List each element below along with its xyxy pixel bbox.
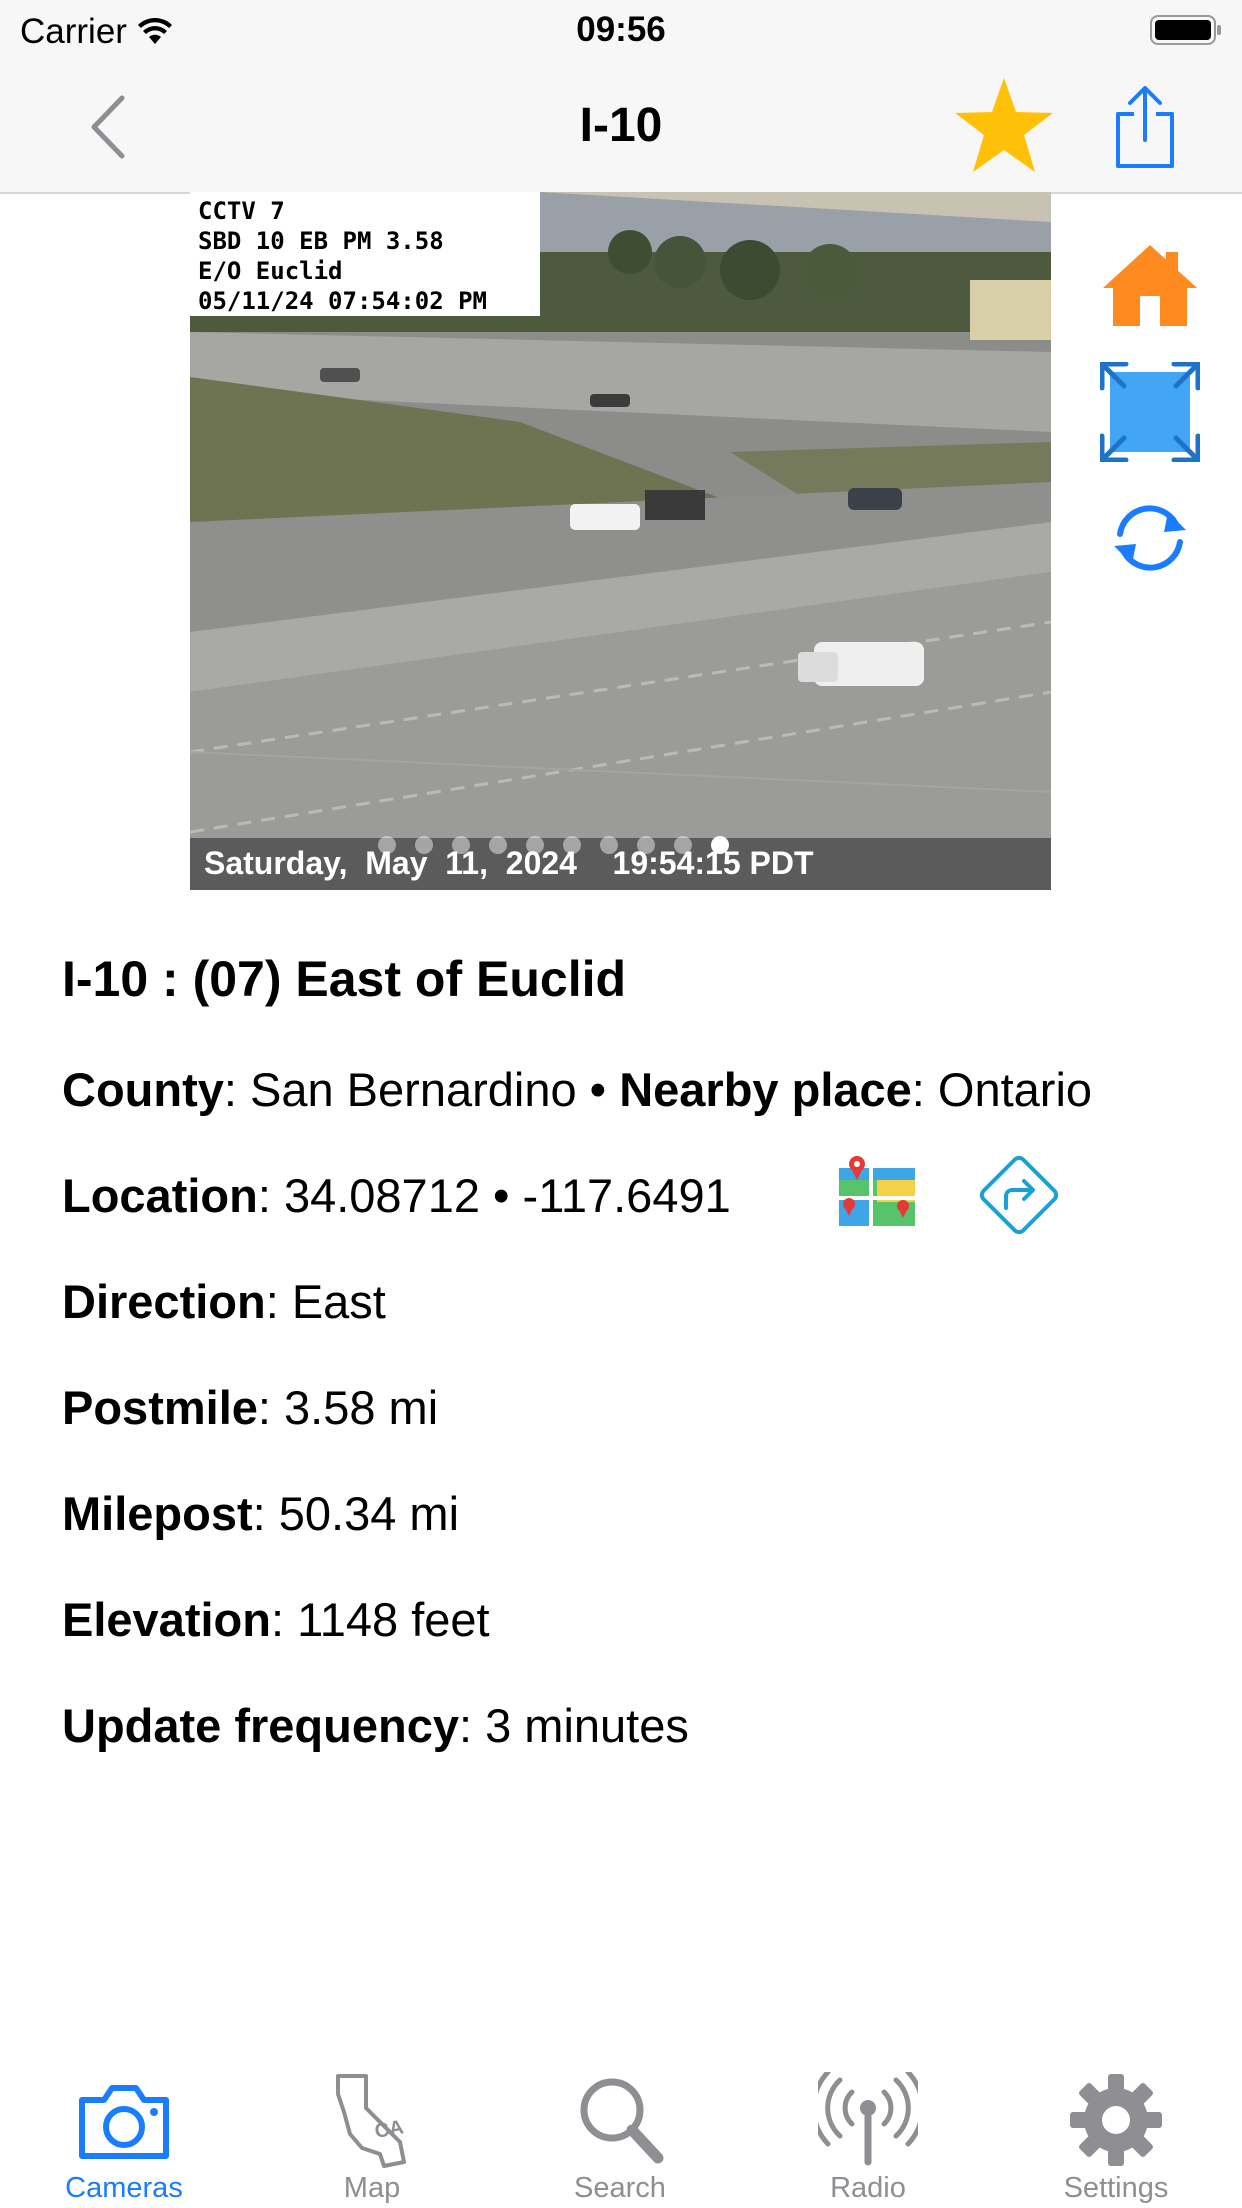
- page-dot[interactable]: [674, 836, 692, 854]
- tab-map[interactable]: CA Map: [248, 2058, 496, 2208]
- tab-label: Settings: [1063, 2172, 1169, 2204]
- direction-label: Direction: [62, 1275, 266, 1328]
- location-value: : 34.08712 • -117.6491: [257, 1169, 731, 1222]
- star-icon[interactable]: [952, 76, 1056, 176]
- navigation-bar: I-10: [0, 62, 1242, 194]
- tab-label: Radio: [830, 2172, 906, 2204]
- milepost-label: Milepost: [62, 1487, 253, 1540]
- share-icon[interactable]: [1112, 84, 1178, 170]
- home-icon[interactable]: [1100, 242, 1200, 328]
- refresh-icon[interactable]: [1110, 502, 1190, 574]
- location-row: Location: 34.08712 • -117.6491: [62, 1168, 731, 1223]
- tab-settings[interactable]: Settings: [992, 2058, 1240, 2208]
- milepost-value: : 50.34 mi: [252, 1487, 460, 1540]
- overlay-line: E/O Euclid: [198, 257, 343, 285]
- direction-row: Direction: East: [62, 1274, 386, 1329]
- tab-search[interactable]: Search: [496, 2058, 744, 2208]
- separator: •: [576, 1063, 620, 1116]
- postmile-value: : 3.58 mi: [257, 1381, 439, 1434]
- elevation-label: Elevation: [62, 1593, 271, 1646]
- elevation-row: Elevation: 1148 feet: [62, 1592, 490, 1647]
- status-time: 09:56: [576, 10, 666, 49]
- tab-bar: Cameras CA Map Search Radio Settings: [0, 2058, 1242, 2208]
- camera-name: I-10 : (07) East of Euclid: [62, 951, 627, 1007]
- california-map-icon: CA: [336, 2074, 406, 2168]
- county-row: County: San Bernardino • Nearby place: O…: [62, 1062, 1092, 1117]
- frequency-value: : 3 minutes: [458, 1699, 689, 1752]
- nearby-value: : Ontario: [911, 1063, 1093, 1116]
- page-dot[interactable]: [415, 836, 433, 854]
- tab-radio[interactable]: Radio: [744, 2058, 992, 2208]
- elevation-value: : 1148 feet: [270, 1593, 490, 1646]
- overlay-line: SBD 10 EB PM 3.58: [198, 227, 444, 255]
- map-icon[interactable]: [837, 1154, 917, 1228]
- camera-info-overlay: CCTV 7 SBD 10 EB PM 3.58 E/O Euclid 05/11/2…: [190, 192, 540, 316]
- camera-image[interactable]: CCTV 7 SBD 10 EB PM 3.58 E/O Euclid 05/11/2…: [190, 192, 1051, 890]
- county-label: County: [62, 1063, 224, 1116]
- location-label: Location: [62, 1169, 258, 1222]
- direction-value: : East: [265, 1275, 386, 1328]
- directions-icon[interactable]: [974, 1150, 1064, 1240]
- overlay-line: 05/11/24 07:54:02 PM: [198, 287, 487, 315]
- milepost-row: Milepost: 50.34 mi: [62, 1486, 459, 1541]
- postmile-label: Postmile: [62, 1381, 258, 1434]
- nearby-label: Nearby place: [619, 1063, 912, 1116]
- page-dot[interactable]: [637, 836, 655, 854]
- camera-icon: [79, 2085, 169, 2159]
- tab-cameras[interactable]: Cameras: [0, 2058, 248, 2208]
- county-value: : San Bernardino: [223, 1063, 577, 1116]
- fullscreen-icon[interactable]: [1100, 362, 1200, 462]
- tab-label: Cameras: [65, 2172, 183, 2204]
- tab-label: Map: [343, 2172, 401, 2204]
- page-dot[interactable]: [489, 836, 507, 854]
- page-dot[interactable]: [526, 836, 544, 854]
- frequency-label: Update frequency: [62, 1699, 459, 1752]
- svg-text:CA: CA: [373, 2116, 405, 2143]
- overlay-line: CCTV 7: [198, 197, 285, 225]
- search-icon: [580, 2078, 664, 2164]
- page-dot[interactable]: [563, 836, 581, 854]
- page-dot[interactable]: [452, 836, 470, 854]
- radio-antenna-icon: [818, 2072, 918, 2166]
- page-dot[interactable]: [600, 836, 618, 854]
- page-dot[interactable]: [378, 836, 396, 854]
- camera-timestamp-bar: Saturday, May 11, 2024 19:54:15 PDT: [190, 838, 1051, 890]
- battery-icon: [1150, 15, 1221, 45]
- page-dot-active[interactable]: [711, 836, 729, 854]
- status-bar: Carrier 09:56: [0, 0, 1242, 62]
- tab-label: Search: [574, 2172, 666, 2204]
- gear-icon: [1070, 2074, 1162, 2166]
- update-frequency-row: Update frequency: 3 minutes: [62, 1698, 689, 1753]
- postmile-row: Postmile: 3.58 mi: [62, 1380, 438, 1435]
